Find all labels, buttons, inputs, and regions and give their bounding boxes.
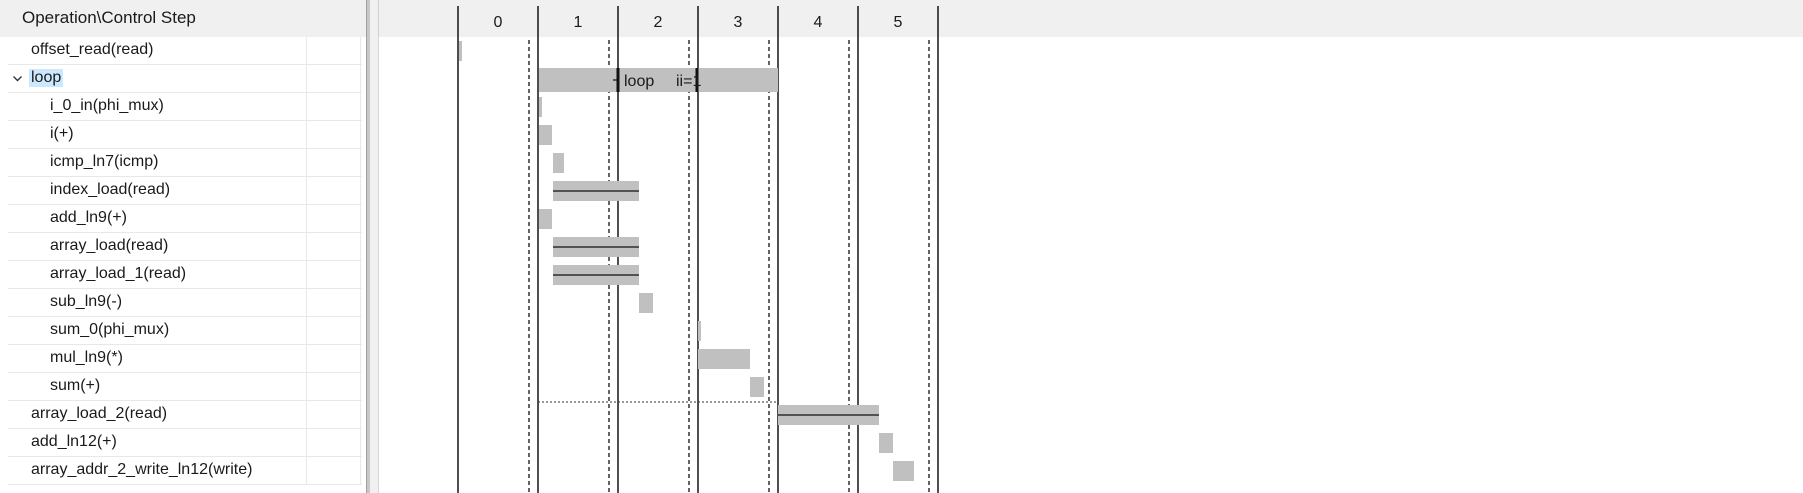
tree-row-loop[interactable]: loop xyxy=(0,65,362,93)
operation-bar[interactable] xyxy=(539,97,542,117)
chevron-down-icon[interactable] xyxy=(12,73,23,84)
panel-gap xyxy=(370,0,378,493)
operation-bar[interactable] xyxy=(639,293,653,313)
column-divider xyxy=(306,205,307,233)
tree-row-array-load-read[interactable]: array_load(read) xyxy=(0,233,362,261)
column-divider xyxy=(360,457,361,485)
column-divider xyxy=(306,37,307,65)
operation-label: sub_ln9(-) xyxy=(50,293,123,310)
operation-label: index_load(read) xyxy=(50,181,171,198)
operation-label: i(+) xyxy=(50,125,74,142)
step-label: 0 xyxy=(494,14,503,31)
operation-bar[interactable] xyxy=(553,153,564,173)
column-divider xyxy=(360,401,361,429)
operation-label: sum(+) xyxy=(50,377,101,394)
tree-row-array-load-2-read[interactable]: array_load_2(read) xyxy=(0,401,362,429)
tree-row-mul-ln9[interactable]: mul_ln9(*) xyxy=(0,345,362,373)
column-divider xyxy=(360,93,361,121)
column-divider xyxy=(306,93,307,121)
tree-row-array-load-1-read[interactable]: array_load_1(read) xyxy=(0,261,362,289)
tree-row-i[interactable]: i(+) xyxy=(0,121,362,149)
operation-label: array_load_1(read) xyxy=(50,265,187,282)
column-divider xyxy=(306,373,307,401)
tree-row-icmp-ln7-icmp[interactable]: icmp_ln7(icmp) xyxy=(0,149,362,177)
tree-row-array-addr-2-write-ln12-write[interactable]: array_addr_2_write_ln12(write) xyxy=(0,457,362,485)
column-divider xyxy=(306,177,307,205)
column-divider xyxy=(360,373,361,401)
loop-bar-ii-label: ii=1 xyxy=(676,73,701,90)
column-divider xyxy=(360,345,361,373)
column-divider xyxy=(306,149,307,177)
column-divider xyxy=(360,121,361,149)
row-divider xyxy=(8,484,362,485)
column-divider xyxy=(306,65,307,93)
step-label: 4 xyxy=(814,14,823,31)
loop-bar-label: loop xyxy=(624,73,654,90)
column-divider xyxy=(360,317,361,345)
step-label: 1 xyxy=(574,14,583,31)
column-divider xyxy=(360,177,361,205)
column-divider xyxy=(360,233,361,261)
column-divider xyxy=(306,401,307,429)
column-divider xyxy=(360,37,361,65)
schedule-chart-canvas: 0 1 2 3 4 5 loop ii=1 xyxy=(378,0,1803,493)
column-divider xyxy=(360,205,361,233)
tree-header[interactable]: Operation\Control Step xyxy=(0,0,366,37)
operation-label: mul_ln9(*) xyxy=(50,349,123,366)
operation-tree: Operation\Control Step offset_read(read)… xyxy=(0,0,366,493)
operation-label: array_load_2(read) xyxy=(31,405,168,422)
tree-row-sum-0-phi-mux[interactable]: sum_0(phi_mux) xyxy=(0,317,362,345)
tree-row-add-ln9[interactable]: add_ln9(+) xyxy=(0,205,362,233)
column-divider xyxy=(306,429,307,457)
step-label: 3 xyxy=(734,14,743,31)
column-divider xyxy=(360,65,361,93)
operation-bar[interactable] xyxy=(750,377,764,397)
operation-bar[interactable] xyxy=(893,461,914,481)
column-divider xyxy=(306,289,307,317)
column-divider xyxy=(306,261,307,289)
tree-row-offset-read-read[interactable]: offset_read(read) xyxy=(0,37,362,65)
operation-label: icmp_ln7(icmp) xyxy=(50,153,159,170)
column-header-title: Operation\Control Step xyxy=(22,8,196,27)
operation-bar[interactable] xyxy=(459,41,462,61)
schedule-chart: 0 1 2 3 4 5 loop ii=1 xyxy=(378,0,1803,493)
operation-bar[interactable] xyxy=(539,209,552,229)
operation-label: array_addr_2_write_ln12(write) xyxy=(31,461,253,478)
operation-label: sum_0(phi_mux) xyxy=(50,321,170,338)
operation-bar[interactable] xyxy=(698,321,701,341)
tree-row-add-ln12[interactable]: add_ln12(+) xyxy=(0,429,362,457)
operation-bar[interactable] xyxy=(879,433,893,453)
operation-label: offset_read(read) xyxy=(31,41,154,58)
step-label: 5 xyxy=(894,14,903,31)
step-label: 2 xyxy=(654,14,663,31)
column-divider xyxy=(360,429,361,457)
operation-label: loop xyxy=(29,69,64,87)
column-divider xyxy=(306,457,307,485)
operation-label: i_0_in(phi_mux) xyxy=(50,97,164,114)
operation-bar[interactable] xyxy=(698,349,750,369)
operation-label: array_load(read) xyxy=(50,237,169,254)
tree-row-sum[interactable]: sum(+) xyxy=(0,373,362,401)
column-divider xyxy=(360,289,361,317)
column-divider xyxy=(306,345,307,373)
loop-bar[interactable] xyxy=(539,68,778,92)
tree-row-index-load-read[interactable]: index_load(read) xyxy=(0,177,362,205)
column-divider xyxy=(306,121,307,149)
operation-label: add_ln9(+) xyxy=(50,209,127,226)
operation-bar[interactable] xyxy=(539,125,552,145)
chart-header-bg xyxy=(378,0,1803,37)
column-divider xyxy=(306,233,307,261)
column-divider xyxy=(360,149,361,177)
column-divider xyxy=(306,317,307,345)
tree-row-sub-ln9[interactable]: sub_ln9(-) xyxy=(0,289,362,317)
tree-row-i-0-in-phi-mux[interactable]: i_0_in(phi_mux) xyxy=(0,93,362,121)
operation-label: add_ln12(+) xyxy=(31,433,117,450)
column-divider xyxy=(360,261,361,289)
